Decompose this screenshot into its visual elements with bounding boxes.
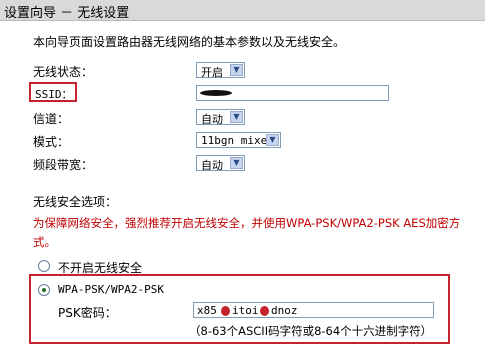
radio-security-off[interactable] bbox=[38, 260, 50, 272]
radio-wpa-psk[interactable] bbox=[38, 284, 50, 296]
option-wpa-psk-label: WPA-PSK/WPA2-PSK bbox=[58, 283, 164, 296]
intro-text: 本向导页面设置路由器无线网络的基本参数以及无线安全。 bbox=[33, 35, 346, 49]
page-title: 设置向导 － 无线设置 bbox=[4, 6, 130, 21]
bandwidth-select[interactable]: 自动 ▼ bbox=[196, 155, 245, 172]
bandwidth-value: 自动 bbox=[201, 159, 223, 172]
chevron-down-icon: ▼ bbox=[230, 64, 243, 76]
security-warning-line1: 为保障网络安全，强烈推荐开启无线安全，并使用WPA-PSK/WPA2-PSK A… bbox=[33, 216, 461, 230]
mode-label: 模式： bbox=[33, 135, 70, 149]
redacted-mark-1 bbox=[221, 306, 230, 316]
channel-label: 信道： bbox=[33, 112, 70, 126]
psk-value-part3: dnoz bbox=[271, 304, 298, 317]
ssid-label: SSID： bbox=[35, 88, 73, 101]
psk-password-label: PSK密码： bbox=[58, 306, 117, 320]
mode-select[interactable]: 11bgn mixed ▼ bbox=[196, 132, 281, 148]
mode-value: 11bgn mixed bbox=[201, 134, 274, 147]
wireless-status-select[interactable]: 开启 ▼ bbox=[196, 62, 245, 79]
channel-value: 自动 bbox=[201, 113, 223, 126]
security-section-title: 无线安全选项： bbox=[33, 195, 118, 209]
chevron-down-icon: ▼ bbox=[230, 157, 243, 169]
chevron-down-icon: ▼ bbox=[266, 134, 279, 146]
psk-password-input[interactable]: x85 itoi dnoz bbox=[193, 302, 434, 318]
wireless-status-value: 开启 bbox=[201, 66, 223, 79]
psk-value-part1: x85 bbox=[197, 304, 217, 317]
channel-select[interactable]: 自动 ▼ bbox=[196, 109, 245, 126]
redacted-mark-2 bbox=[260, 306, 269, 316]
chevron-down-icon: ▼ bbox=[230, 111, 243, 123]
psk-hint: （8-63个ASCII码字符或8-64个十六进制字符） bbox=[189, 324, 433, 338]
bandwidth-label: 频段带宽： bbox=[33, 158, 94, 172]
psk-value-part2: itoi bbox=[232, 304, 259, 317]
redacted-ssid-mark bbox=[200, 90, 232, 96]
wireless-status-label: 无线状态： bbox=[33, 65, 94, 79]
security-warning-line2: 式。 bbox=[33, 235, 56, 249]
title-bar: 设置向导 － 无线设置 bbox=[0, 0, 485, 21]
ssid-input[interactable] bbox=[196, 85, 389, 101]
